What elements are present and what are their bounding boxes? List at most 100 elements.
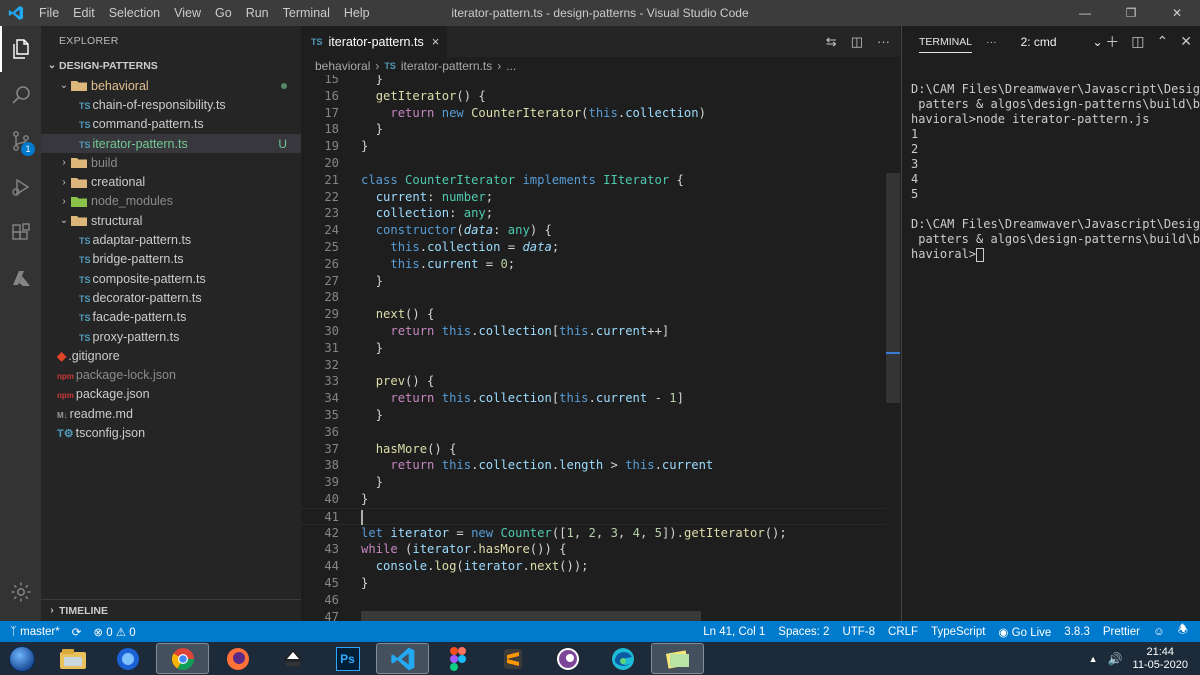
encoding-status[interactable]: UTF-8: [842, 626, 875, 638]
split-terminal-icon[interactable]: ◫: [1131, 33, 1144, 50]
firefox-icon[interactable]: [211, 643, 264, 674]
indentation-status[interactable]: Spaces: 2: [778, 626, 829, 638]
chrome-icon[interactable]: [156, 643, 209, 674]
search-icon[interactable]: [0, 72, 41, 118]
tree-file[interactable]: TS composite-pattern.ts: [41, 269, 301, 288]
close-tab-icon[interactable]: ×: [432, 34, 440, 49]
code-line[interactable]: 39 }: [301, 474, 886, 491]
clock[interactable]: 21:44 11-05-2020: [1133, 646, 1200, 672]
timeline-section[interactable]: › TIMELINE: [41, 599, 301, 621]
editor-horizontal-scrollbar[interactable]: [361, 611, 701, 621]
terminal-output[interactable]: D:\CAM Files\Dreamwaver\Javascript\Desig…: [911, 82, 1200, 262]
code-line[interactable]: 35 }: [301, 407, 886, 424]
ts-version[interactable]: 3.8.3: [1064, 626, 1090, 638]
eol-status[interactable]: CRLF: [888, 626, 918, 638]
tree-file[interactable]: T⚙ tsconfig.json: [41, 423, 301, 442]
go-live-button[interactable]: ◉ Go Live: [998, 625, 1051, 639]
tree-file[interactable]: TS proxy-pattern.ts: [41, 327, 301, 346]
firefox-dev-icon[interactable]: [101, 643, 154, 674]
extensions-icon[interactable]: [0, 210, 41, 256]
code-line[interactable]: 43 while (iterator.hasMore()) {: [301, 541, 886, 558]
tree-file[interactable]: TS facade-pattern.ts: [41, 308, 301, 327]
sublime-icon[interactable]: [486, 643, 539, 674]
code-line[interactable]: 44 console.log(iterator.next());: [301, 558, 886, 575]
breadcrumb-symbol[interactable]: ...: [506, 59, 516, 73]
tree-file[interactable]: npm package-lock.json: [41, 365, 301, 384]
split-editor-icon[interactable]: ◫: [851, 34, 863, 50]
code-line[interactable]: 21 class CounterIterator implements IIter…: [301, 172, 886, 189]
tree-file[interactable]: TS iterator-pattern.ts U: [41, 133, 301, 154]
volume-icon[interactable]: 🔊: [1108, 652, 1123, 666]
menu-help[interactable]: Help: [337, 0, 377, 26]
code-line[interactable]: 29 next() {: [301, 306, 886, 323]
new-terminal-icon[interactable]: ＋: [1105, 32, 1119, 52]
tree-file[interactable]: TS bridge-pattern.ts: [41, 250, 301, 269]
explorer-icon[interactable]: [0, 26, 41, 72]
code-line[interactable]: 42 let iterator = new Counter([1, 2, 3, 4…: [301, 525, 886, 542]
code-line[interactable]: 23 collection: any;: [301, 205, 886, 222]
problems-status[interactable]: ⊗ 0 ⚠ 0: [93, 625, 135, 639]
tray-arrow-icon[interactable]: ▲: [1089, 654, 1098, 664]
notes-icon[interactable]: [651, 643, 704, 674]
close-button[interactable]: ✕: [1154, 0, 1200, 26]
terminal-select[interactable]: 2: cmd ⌄: [1017, 32, 1107, 52]
source-control-icon[interactable]: 1: [0, 118, 41, 164]
code-line[interactable]: 19}: [301, 138, 886, 155]
code-line[interactable]: 18 }: [301, 121, 886, 138]
code-line[interactable]: 27 }: [301, 273, 886, 290]
close-panel-icon[interactable]: ✕: [1180, 33, 1192, 50]
code-line[interactable]: 40}: [301, 491, 886, 508]
minimize-button[interactable]: —: [1062, 0, 1108, 26]
menu-selection[interactable]: Selection: [102, 0, 167, 26]
maximize-button[interactable]: ❐: [1108, 0, 1154, 26]
code-line[interactable]: 41: [301, 507, 886, 525]
code-line[interactable]: 38 return this.collection.length > this.…: [301, 457, 886, 474]
tab-iterator-pattern[interactable]: TS iterator-pattern.ts ×: [301, 26, 448, 57]
tree-folder[interactable]: ⌄ behavioral: [41, 76, 301, 95]
open-changes-icon[interactable]: ⇆: [826, 34, 837, 50]
scroll-thumb[interactable]: [886, 173, 900, 403]
code-line[interactable]: 36: [301, 424, 886, 441]
settings-gear-icon[interactable]: [0, 569, 41, 615]
maximize-panel-icon[interactable]: ⌃: [1157, 33, 1169, 50]
tree-file[interactable]: TS command-pattern.ts: [41, 115, 301, 134]
tree-file[interactable]: npm package.json: [41, 385, 301, 404]
tree-file[interactable]: M↓ readme.md: [41, 404, 301, 423]
code-line[interactable]: 28: [301, 289, 886, 306]
run-debug-icon[interactable]: [0, 164, 41, 210]
code-line[interactable]: 46: [301, 592, 886, 609]
prettier-status[interactable]: Prettier: [1103, 626, 1140, 638]
live-share-icon[interactable]: ⟳: [72, 625, 82, 639]
code-line[interactable]: 37 hasMore() {: [301, 441, 886, 458]
tree-folder[interactable]: › build: [41, 153, 301, 172]
code-line[interactable]: 16 getIterator() {: [301, 88, 886, 105]
notifications-bell-icon[interactable]: 🕭: [1178, 622, 1188, 641]
tree-file[interactable]: TS decorator-pattern.ts: [41, 288, 301, 307]
code-line[interactable]: 30 return this.collection[this.current++…: [301, 323, 886, 340]
menu-view[interactable]: View: [167, 0, 208, 26]
start-button[interactable]: [0, 642, 44, 675]
editor-vertical-scrollbar[interactable]: [886, 75, 900, 621]
breadcrumb-folder[interactable]: behavioral: [315, 59, 370, 73]
menu-go[interactable]: Go: [208, 0, 239, 26]
tor-icon[interactable]: [541, 643, 594, 674]
menu-file[interactable]: File: [32, 0, 66, 26]
workspace-section-header[interactable]: ⌄ DESIGN-PATTERNS: [41, 56, 301, 76]
more-actions-icon[interactable]: ···: [877, 34, 890, 49]
menu-run[interactable]: Run: [239, 0, 276, 26]
breadcrumb-file[interactable]: iterator-pattern.ts: [401, 59, 492, 73]
file-explorer-icon[interactable]: [46, 643, 99, 674]
code-line[interactable]: 22 current: number;: [301, 189, 886, 206]
code-line[interactable]: 24 constructor(data: any) {: [301, 222, 886, 239]
code-line[interactable]: 25 this.collection = data;: [301, 239, 886, 256]
tab-terminal[interactable]: TERMINAL: [919, 31, 973, 53]
cursor-position[interactable]: Ln 41, Col 1: [703, 626, 765, 638]
code-line[interactable]: 26 this.current = 0;: [301, 256, 886, 273]
code-line[interactable]: 31 }: [301, 340, 886, 357]
language-mode[interactable]: TypeScript: [931, 626, 985, 638]
panel-more-icon[interactable]: ···: [986, 36, 997, 48]
menu-edit[interactable]: Edit: [66, 0, 102, 26]
edge-icon[interactable]: [596, 643, 649, 674]
tree-file[interactable]: TS chain-of-responsibility.ts: [41, 95, 301, 114]
code-line[interactable]: 20: [301, 155, 886, 172]
